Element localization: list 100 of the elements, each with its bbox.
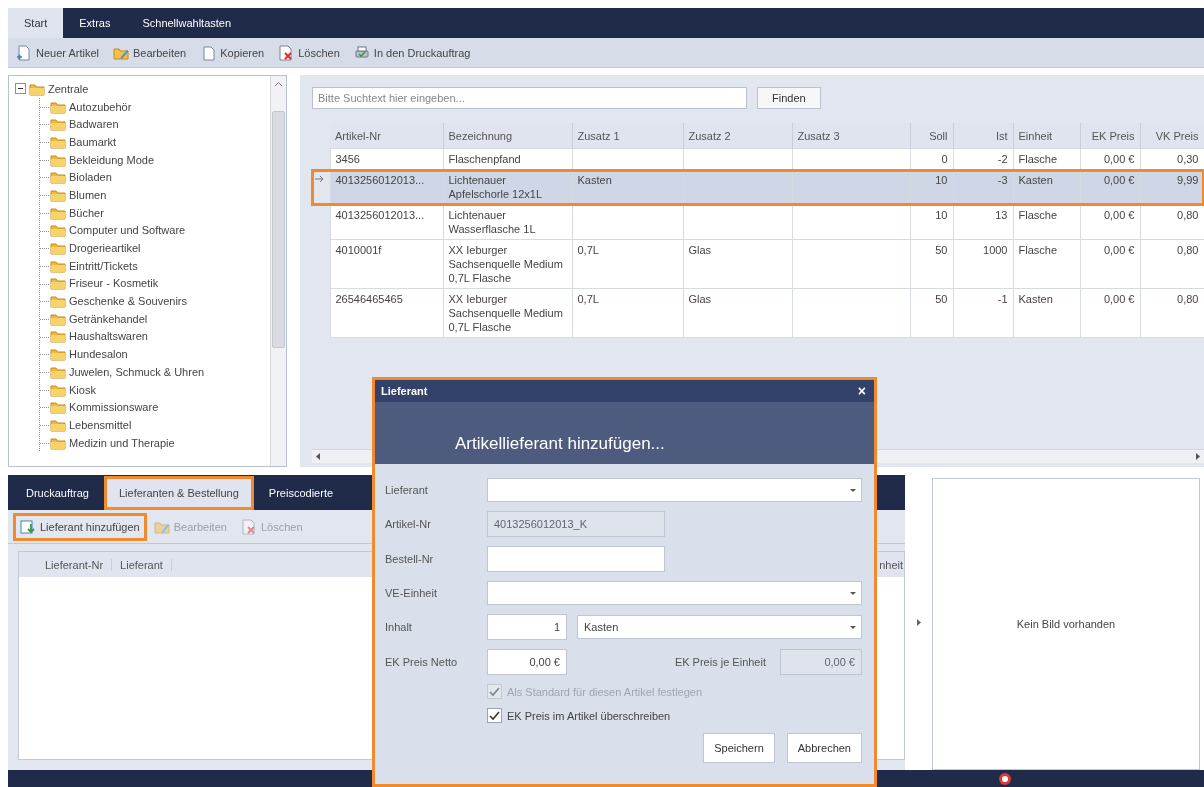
column-header[interactable]: EK Preis xyxy=(1080,123,1140,149)
table-row[interactable]: 26546465465 XX Ieburger Sachsenquelle Medium 0,7L Flasche 0,7L Glas 50 -1 Kasten 0,00 € 0,80 xyxy=(312,288,1204,338)
table-cell: 0,00 € xyxy=(1103,153,1135,165)
tree-label[interactable]: Zentrale xyxy=(48,82,89,95)
table-cell: Flaschenpfand xyxy=(448,153,521,165)
tree-label[interactable]: Bioladen xyxy=(69,171,112,184)
tree-label[interactable]: Getränkehandel xyxy=(69,312,148,325)
table-row[interactable]: 3456 Flaschenpfand 0 -2 Flasche 0,00 € 0,30 xyxy=(312,148,1204,170)
scroll-right-icon[interactable] xyxy=(1194,452,1201,461)
scroll-up-icon[interactable] xyxy=(274,80,283,89)
table-cell: -1 xyxy=(997,293,1008,305)
column-header[interactable]: Lieferant xyxy=(112,558,172,571)
table-cell: 1000 xyxy=(983,244,1008,256)
check-icon xyxy=(489,710,500,721)
tree-label[interactable]: Blumen xyxy=(69,188,107,201)
dropdown-field[interactable] xyxy=(487,478,862,502)
toolbar-button[interactable]: Löschen xyxy=(274,41,344,64)
add-icon xyxy=(20,518,36,535)
tree-label[interactable]: Geschenke & Souvenirs xyxy=(69,295,187,308)
ribbon-tab[interactable]: Schnellwahltasten xyxy=(126,8,248,38)
dialog-button[interactable]: Abbrechen xyxy=(786,733,862,763)
tree-label[interactable]: Bücher xyxy=(69,206,104,219)
tab[interactable]: Lieferanten & Bestellung xyxy=(107,478,251,507)
table-cell: 4010001f xyxy=(335,244,382,256)
folder-icon xyxy=(50,222,66,239)
collapse-icon[interactable] xyxy=(15,83,26,95)
column-header[interactable]: Lieferant-Nr xyxy=(19,558,113,571)
caret-icon[interactable] xyxy=(849,589,857,597)
search-field[interactable]: Bitte Suchtext hier eingeben... xyxy=(312,87,747,109)
tab[interactable]: Druckauftrag xyxy=(14,478,101,507)
toolbar-button[interactable]: In den Druckauftrag xyxy=(349,41,475,64)
ribbon-tab[interactable]: Extras xyxy=(63,8,127,38)
dialog-title: Lieferant xyxy=(381,385,428,397)
dropdown-field[interactable] xyxy=(487,581,862,605)
toolbar-button[interactable]: Neuer Artikel xyxy=(12,41,103,64)
table-cell: Glas xyxy=(688,293,712,305)
tree-label[interactable]: Drogerieartikel xyxy=(69,242,141,255)
folder-icon xyxy=(50,399,66,416)
toolbar-button[interactable]: Lieferant hinzufügen xyxy=(16,515,144,538)
table-row[interactable]: 4013256012013... Lichtenauer Apfelschorle 12x1L Kasten 10 -3 Kasten 0,00 € 9,99 xyxy=(312,169,1204,205)
table-cell: 0 xyxy=(941,153,948,165)
column-header[interactable]: VK Preis xyxy=(1140,123,1204,149)
column-header[interactable]: Zusatz 3 xyxy=(792,123,910,149)
tree-label[interactable]: Kiosk xyxy=(69,383,96,396)
table-cell: 0,30 xyxy=(1177,153,1199,165)
tree-label[interactable]: Computer und Software xyxy=(69,224,186,237)
tree-label[interactable]: Haushaltswaren xyxy=(69,330,148,343)
dialog-button[interactable]: Speichern xyxy=(703,733,775,763)
tree-label[interactable]: Lebensmittel xyxy=(69,418,132,431)
tree-label[interactable]: Eintritt/Tickets xyxy=(69,259,138,272)
table-row[interactable]: 4010001f XX Ieburger Sachsenquelle Medium 0,7L Flasche 0,7L Glas 50 1000 Flasche 0,00 € 0,80 xyxy=(312,239,1204,289)
tree-label[interactable]: Friseur - Kosmetik xyxy=(69,277,159,290)
folder-icon xyxy=(50,240,66,257)
column-header[interactable]: Artikel-Nr xyxy=(330,123,443,149)
column-header[interactable]: Einheit xyxy=(1013,123,1080,149)
table-cell: Lichtenauer Wasserflasche 1L xyxy=(448,209,536,235)
checkbox-label[interactable]: EK Preis im Artikel überschreiben xyxy=(507,709,671,722)
column-header[interactable]: Bezeichnung xyxy=(443,123,572,149)
table-cell: -2 xyxy=(997,153,1008,165)
tab[interactable]: Preiscodierte xyxy=(256,478,346,507)
column-header[interactable]: Ist xyxy=(953,123,1013,149)
dropdown-field[interactable]: Kasten xyxy=(577,615,862,639)
toolbar-button[interactable]: Kopieren xyxy=(196,41,269,64)
column-header[interactable]: Soll xyxy=(910,123,953,149)
text-field[interactable]: 0,00 € xyxy=(487,649,567,675)
find-button[interactable]: Finden xyxy=(757,87,821,109)
close-button[interactable]: × xyxy=(855,383,868,399)
caret-icon[interactable] xyxy=(849,486,857,494)
table-cell: 26546465465 xyxy=(335,293,403,305)
scroll-thumb[interactable] xyxy=(272,111,285,348)
caret-icon[interactable] xyxy=(849,623,857,631)
placeholder-text: Kein Bild vorhanden xyxy=(1016,618,1116,630)
table-cell: Kasten xyxy=(1018,174,1053,186)
text-field[interactable]: 1 xyxy=(487,614,567,640)
ribbon-tab[interactable]: Start xyxy=(8,8,64,38)
field-label: Artikel-Nr xyxy=(385,518,432,530)
toolbar-button[interactable]: Bearbeiten xyxy=(109,41,191,64)
tree-label[interactable]: Badwaren xyxy=(69,118,119,131)
table-cell: 0,00 € xyxy=(1103,209,1135,221)
tree-label[interactable]: Kommissionsware xyxy=(69,401,159,414)
table-cell: 9,99 xyxy=(1177,174,1199,186)
column-header[interactable]: Zusatz 2 xyxy=(683,123,792,149)
table-row[interactable]: 4013256012013... Lichtenauer Wasserflasche 1L 10 13 Flasche 0,00 € 0,80 xyxy=(312,204,1204,240)
field-label: Inhalt xyxy=(385,621,413,633)
expand-arrow-icon[interactable] xyxy=(915,618,922,627)
tree-label[interactable]: Bekleidung Mode xyxy=(69,153,154,166)
table-cell: Flasche xyxy=(1018,153,1058,165)
text-field[interactable] xyxy=(487,546,665,572)
column-header[interactable]: Zusatz 1 xyxy=(572,123,683,149)
tree-label[interactable]: Autozubehör xyxy=(69,100,132,113)
tree-label[interactable]: Juwelen, Schmuck & Uhren xyxy=(69,365,205,378)
scroll-left-icon[interactable] xyxy=(315,452,322,461)
tree-label[interactable]: Hundesalon xyxy=(69,348,128,361)
tree-label[interactable]: Medizin und Therapie xyxy=(69,436,175,449)
tree-label[interactable]: Baumarkt xyxy=(69,135,117,148)
checkbox[interactable] xyxy=(487,708,502,723)
table-cell: Flasche xyxy=(1018,209,1058,221)
table-cell: 0,00 € xyxy=(1103,244,1135,256)
scrollbar[interactable] xyxy=(270,76,286,466)
table-cell: Glas xyxy=(688,244,712,256)
